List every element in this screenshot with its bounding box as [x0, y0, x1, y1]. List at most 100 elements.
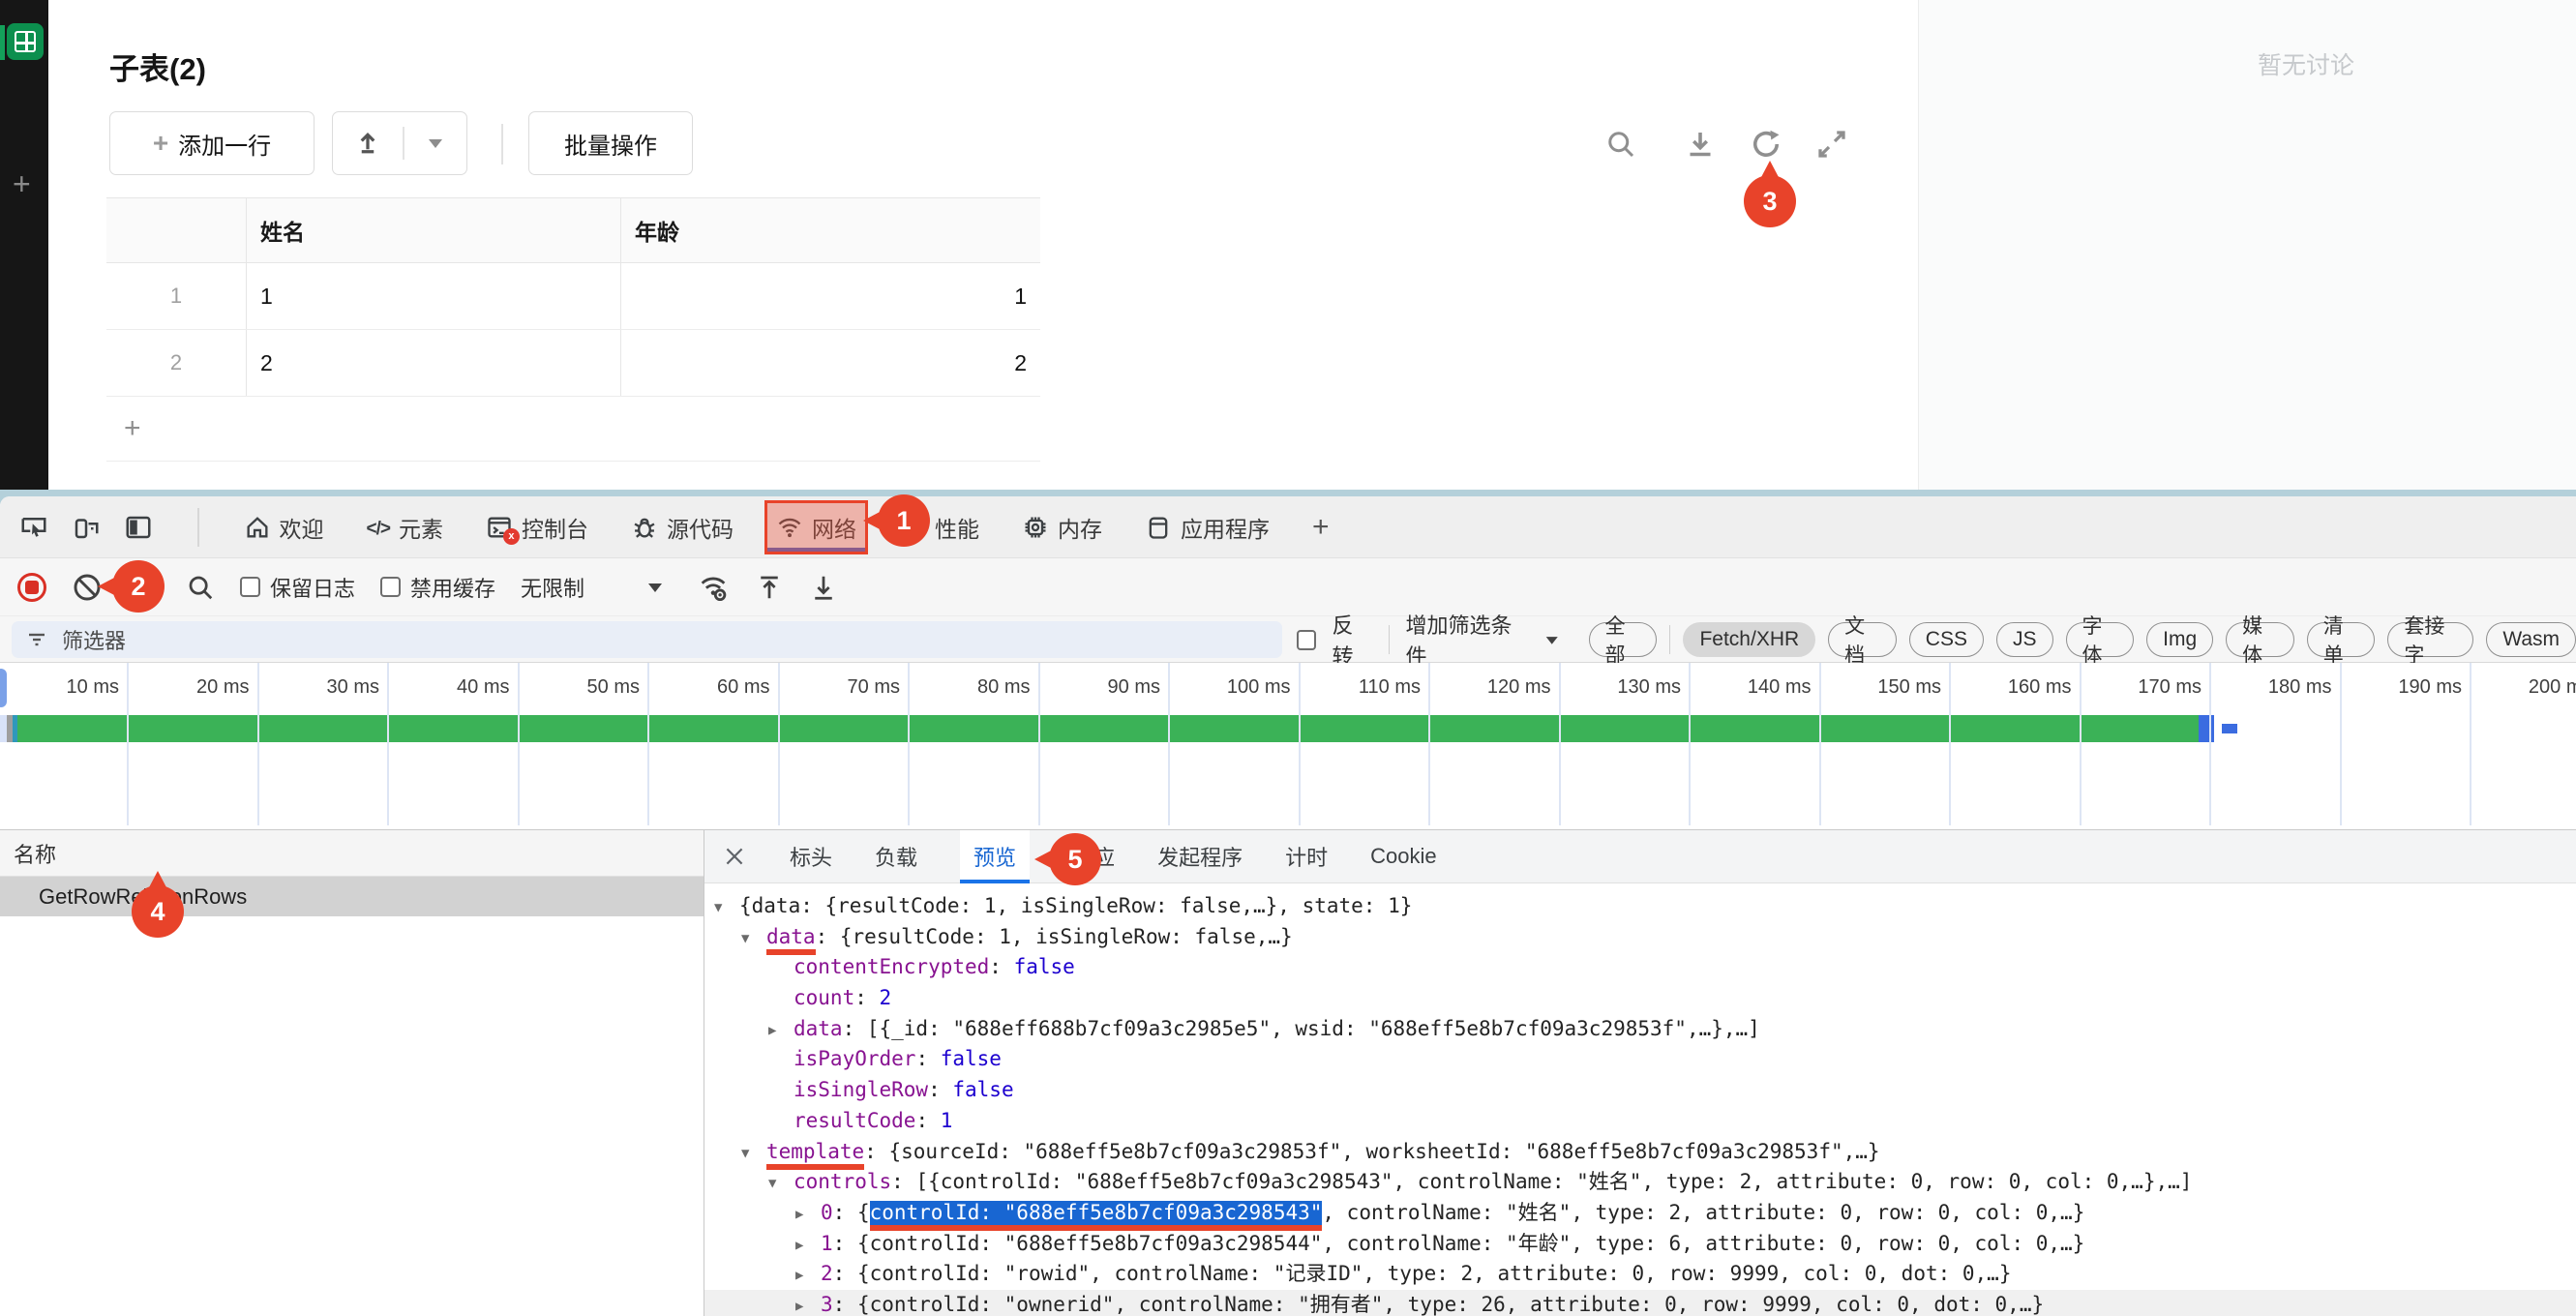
json-tree-line[interactable]: ▼data: {resultCode: 1, isSingleRow: fals…: [704, 922, 2576, 953]
json-tree-line[interactable]: ▼{data: {resultCode: 1, isSingleRow: fal…: [704, 891, 2576, 922]
filter-pill-套接字[interactable]: 套接字: [2387, 622, 2473, 657]
invert-filter-checkbox[interactable]: [1297, 630, 1316, 650]
dock-side-icon[interactable]: [124, 513, 153, 542]
json-tree-line[interactable]: ▶1: {controlId: "688eff5e8b7cf09a3c29854…: [704, 1229, 2576, 1260]
annotation-badge-5: 5: [1049, 833, 1101, 885]
import-caret-button[interactable]: [404, 112, 466, 174]
devtools-tab-3[interactable]: 源代码: [631, 496, 734, 558]
batch-operations-button[interactable]: 批量操作: [528, 111, 693, 175]
detail-tab-0[interactable]: 标头: [790, 830, 832, 883]
filter-pill-CSS[interactable]: CSS: [1909, 622, 1984, 657]
expand-arrow-icon[interactable]: ▼: [741, 924, 766, 955]
preserve-log-checkbox[interactable]: [240, 577, 260, 597]
devtools-tab-6[interactable]: 内存: [1022, 496, 1102, 558]
cell-age[interactable]: 1: [621, 263, 1040, 329]
json-text: :: [928, 1078, 952, 1101]
record-network-log-button[interactable]: [17, 573, 46, 602]
console-icon: x: [486, 514, 513, 541]
add-panel-button[interactable]: +: [1312, 496, 1330, 558]
detail-tab-5[interactable]: 计时: [1285, 830, 1328, 883]
disable-cache-checkbox[interactable]: [380, 577, 401, 597]
request-detail-panel: 标头负载预览5响应发起程序计时Cookie ▼{data: {resultCod…: [704, 830, 2576, 1316]
column-header-name[interactable]: 姓名: [247, 198, 621, 262]
worksheet-app-icon[interactable]: [7, 23, 44, 60]
throttling-select[interactable]: 无限制: [521, 572, 584, 603]
import-har-icon[interactable]: [755, 573, 784, 602]
json-tree-line[interactable]: ▶0: {controlId: "688eff5e8b7cf09a3c29854…: [704, 1198, 2576, 1229]
network-search-icon[interactable]: [186, 573, 215, 602]
detail-tab-6[interactable]: Cookie: [1370, 830, 1436, 883]
network-conditions-icon[interactable]: [697, 571, 730, 604]
devtools-tab-4[interactable]: 网络1: [776, 496, 856, 558]
json-tree-line[interactable]: resultCode: 1: [704, 1106, 2576, 1137]
cell-name[interactable]: 1: [247, 263, 621, 329]
json-text: : {sourceId: "688eff5e8b7cf09a3c29853f",…: [864, 1140, 1879, 1163]
add-row-inline-button[interactable]: +: [106, 397, 1040, 462]
device-toolbar-icon[interactable]: [72, 513, 101, 542]
expand-arrow-icon[interactable]: ▶: [795, 1200, 821, 1231]
timeline-tick-label: 50 ms: [512, 676, 640, 699]
devtools-tab-1[interactable]: </>元素: [367, 496, 443, 558]
cell-age[interactable]: 2: [621, 330, 1040, 396]
json-tree-line[interactable]: isPayOrder: false: [704, 1044, 2576, 1075]
import-split-button[interactable]: [332, 111, 467, 175]
export-har-icon[interactable]: [809, 573, 838, 602]
cell-name[interactable]: 2: [247, 330, 621, 396]
timeline-tick-label: 70 ms: [772, 676, 900, 699]
network-overview-timeline[interactable]: 10 ms20 ms30 ms40 ms50 ms60 ms70 ms80 ms…: [0, 663, 2576, 825]
filter-pill-媒体[interactable]: 媒体: [2226, 622, 2294, 657]
table-row[interactable]: 1 1 1: [106, 263, 1040, 330]
json-tree-line[interactable]: ▶2: {controlId: "rowid", controlName: "记…: [704, 1259, 2576, 1290]
json-tree-line[interactable]: ▶3: {controlId: "ownerid", controlName: …: [704, 1290, 2576, 1316]
expand-arrow-icon[interactable]: ▼: [741, 1139, 766, 1170]
search-icon[interactable]: [1603, 127, 1638, 162]
request-row-selected[interactable]: GetRowRelationRows: [0, 877, 704, 916]
devtools-tab-7[interactable]: 应用程序: [1145, 496, 1270, 558]
rail-add-icon[interactable]: +: [13, 166, 31, 202]
json-tree-line[interactable]: contentEncrypted: false: [704, 952, 2576, 983]
expand-arrow-icon[interactable]: ▶: [795, 1231, 821, 1262]
download-icon[interactable]: [1683, 127, 1718, 162]
filter-pill-Fetch/XHR[interactable]: Fetch/XHR: [1683, 622, 1815, 657]
expand-arrow-icon[interactable]: ▼: [768, 1169, 794, 1200]
close-icon[interactable]: [722, 844, 747, 869]
expand-arrow-icon[interactable]: ▶: [768, 1016, 794, 1047]
inspect-element-icon[interactable]: [19, 513, 48, 542]
filter-pill-JS[interactable]: JS: [1996, 622, 2053, 657]
table-row[interactable]: 2 2 2: [106, 330, 1040, 397]
expand-arrow-icon[interactable]: ▶: [795, 1292, 821, 1316]
json-tree-line[interactable]: ▼template: {sourceId: "688eff5e8b7cf09a3…: [704, 1137, 2576, 1168]
more-filters-button[interactable]: 增加筛选条件: [1405, 609, 1529, 671]
json-tree-line[interactable]: ▼controls: [{controlId: "688eff5e8b7cf09…: [704, 1167, 2576, 1198]
highlighted-json-text: controlId: "688eff5e8b7cf09a3c298543": [870, 1201, 1323, 1231]
preview-json-tree[interactable]: ▼{data: {resultCode: 1, isSingleRow: fal…: [704, 883, 2576, 1316]
request-list-header[interactable]: 名称: [0, 830, 704, 877]
expand-arrow-icon[interactable]: ▼: [714, 893, 739, 924]
filter-pill-全部[interactable]: 全部: [1589, 622, 1658, 657]
upload-icon[interactable]: [333, 112, 403, 174]
filter-pill-文档[interactable]: 文档: [1828, 622, 1897, 657]
devtools-tab-0[interactable]: 欢迎: [244, 496, 324, 558]
toolbar-divider: [501, 124, 503, 164]
expand-icon[interactable]: [1814, 127, 1849, 162]
devtools-tab-2[interactable]: x控制台: [486, 496, 588, 558]
filter-pill-字体[interactable]: 字体: [2066, 622, 2135, 657]
chevron-down-icon[interactable]: [646, 582, 664, 593]
column-header-age[interactable]: 年龄: [621, 198, 1040, 262]
add-row-button[interactable]: + 添加一行: [109, 111, 315, 175]
detail-tab-2[interactable]: 预览5: [960, 830, 1030, 883]
json-tree-line[interactable]: ▶data: [{_id: "688eff688b7cf09a3c2985e5"…: [704, 1014, 2576, 1045]
code-icon: </>: [367, 514, 390, 540]
detail-tab-1[interactable]: 负载: [875, 830, 917, 883]
filter-input[interactable]: 筛选器: [12, 621, 1282, 658]
expand-arrow-icon[interactable]: ▶: [795, 1261, 821, 1292]
filter-pill-清单[interactable]: 清单: [2307, 622, 2376, 657]
devtools-tab-label: 源代码: [667, 511, 734, 544]
detail-tab-4[interactable]: 发起程序: [1157, 830, 1243, 883]
chevron-down-icon[interactable]: [1544, 635, 1559, 645]
filter-pill-Img[interactable]: Img: [2146, 622, 2213, 657]
json-tree-line[interactable]: count: 2: [704, 983, 2576, 1014]
refresh-icon[interactable]: [1749, 127, 1783, 162]
json-tree-line[interactable]: isSingleRow: false: [704, 1075, 2576, 1106]
filter-pill-Wasm[interactable]: Wasm: [2486, 622, 2576, 657]
